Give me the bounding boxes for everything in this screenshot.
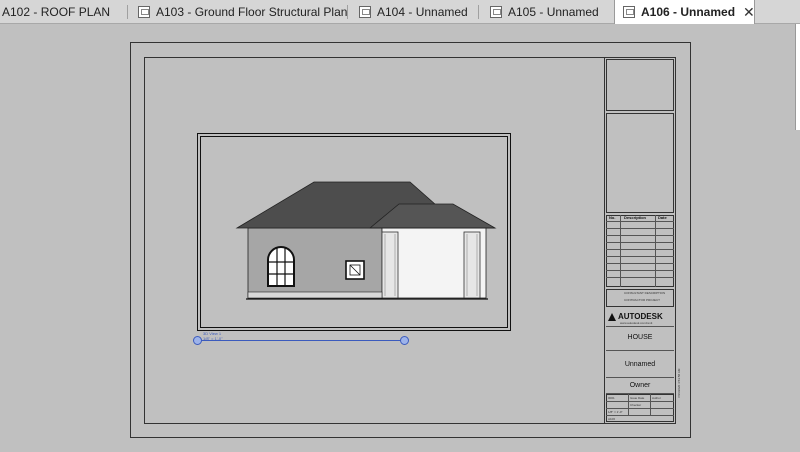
- view-tab-bar: A102 - ROOF PLAN A103 - Ground Floor Str…: [0, 0, 800, 24]
- view-title-scale: 1/8" = 1'-0": [203, 336, 223, 341]
- arched-window: [267, 246, 295, 287]
- consultant-line-2: CONTRACTOR PROJECT: [624, 298, 660, 302]
- tb-consultant-box: [606, 59, 674, 111]
- owner-name: Owner: [629, 382, 651, 389]
- checked-by: Checker: [630, 403, 642, 407]
- logo-subtext: www.autodesk.com/revit: [620, 321, 653, 325]
- tab-separator: [127, 5, 128, 19]
- sheet-icon: [138, 6, 150, 18]
- tb-field-line: [606, 401, 674, 402]
- tb-divider: [606, 326, 674, 327]
- sheet-icon: [490, 6, 502, 18]
- tab-label: A105 - Unnamed: [508, 5, 599, 19]
- autodesk-logo-icon: [608, 312, 616, 321]
- tb-notes-box: [606, 113, 674, 213]
- adjacent-panel-edge: [795, 24, 800, 130]
- scale-value: 1/8" = 1'-0": [608, 410, 623, 414]
- revision-row-line: [606, 235, 674, 236]
- revision-row-line: [606, 221, 674, 222]
- tab-a103[interactable]: A103 - Ground Floor Structural Plan: [138, 0, 347, 24]
- drag-handle-left[interactable]: [193, 336, 202, 345]
- project-name: HOUSE: [627, 334, 653, 341]
- tab-label: A104 - Unnamed: [377, 5, 468, 19]
- tb-field-line: [606, 415, 674, 416]
- sheet-name: Unnamed: [624, 361, 656, 368]
- revision-description-header: Description: [624, 215, 647, 220]
- revision-no-header: No.: [609, 215, 616, 220]
- tb-divider: [606, 377, 674, 378]
- revision-row-line: [606, 256, 674, 257]
- sheet-icon: [359, 6, 371, 18]
- column-right: [463, 231, 481, 299]
- house-elevation-drawing: [235, 181, 497, 300]
- tb-field-divider: [650, 394, 651, 415]
- project-number: 0001: [608, 396, 615, 400]
- close-icon[interactable]: ✕: [743, 4, 755, 21]
- tab-a105[interactable]: A105 - Unnamed: [490, 0, 599, 24]
- tab-label: A106 - Unnamed: [641, 5, 736, 19]
- revision-row-line: [606, 277, 674, 278]
- tab-a104[interactable]: A104 - Unnamed: [359, 0, 468, 24]
- revision-row-line: [606, 249, 674, 250]
- issue-date: Issue Date: [630, 396, 645, 400]
- sheet-icon: [623, 6, 635, 18]
- revision-row-line: [606, 263, 674, 264]
- tab-a106[interactable]: A106 - Unnamed ✕: [614, 0, 755, 24]
- drag-handle-right[interactable]: [400, 336, 409, 345]
- autodesk-logo: AUTODESK: [608, 312, 663, 321]
- consultant-line-1: CONSULTANT DESCRIPTION: [624, 291, 666, 295]
- tab-separator: [347, 5, 348, 19]
- revision-row-line: [606, 228, 674, 229]
- revision-row-line: [606, 270, 674, 271]
- drawn-by: Author: [652, 396, 661, 400]
- logo-text: AUTODESK: [618, 312, 663, 321]
- tb-divider: [606, 350, 674, 351]
- tb-field-line: [606, 408, 674, 409]
- view-title-selected[interactable]: 3D View 1 1/8" = 1'-0": [193, 331, 409, 346]
- revision-row-line: [606, 242, 674, 243]
- print-timestamp: 7/26/2020 4:53:58 AM: [677, 368, 681, 398]
- column-left: [381, 231, 399, 299]
- tab-label: A103 - Ground Floor Structural Plan: [156, 5, 348, 19]
- tab-a102[interactable]: A102 - ROOF PLAN: [2, 0, 110, 24]
- ground-band: [247, 291, 383, 299]
- revision-date-header: Date: [658, 215, 667, 220]
- view-title-line: [197, 340, 405, 341]
- tb-field-divider: [628, 394, 629, 415]
- sheet-number: A106: [608, 417, 616, 421]
- tab-label: A102 - ROOF PLAN: [2, 5, 111, 19]
- tab-separator: [478, 5, 479, 19]
